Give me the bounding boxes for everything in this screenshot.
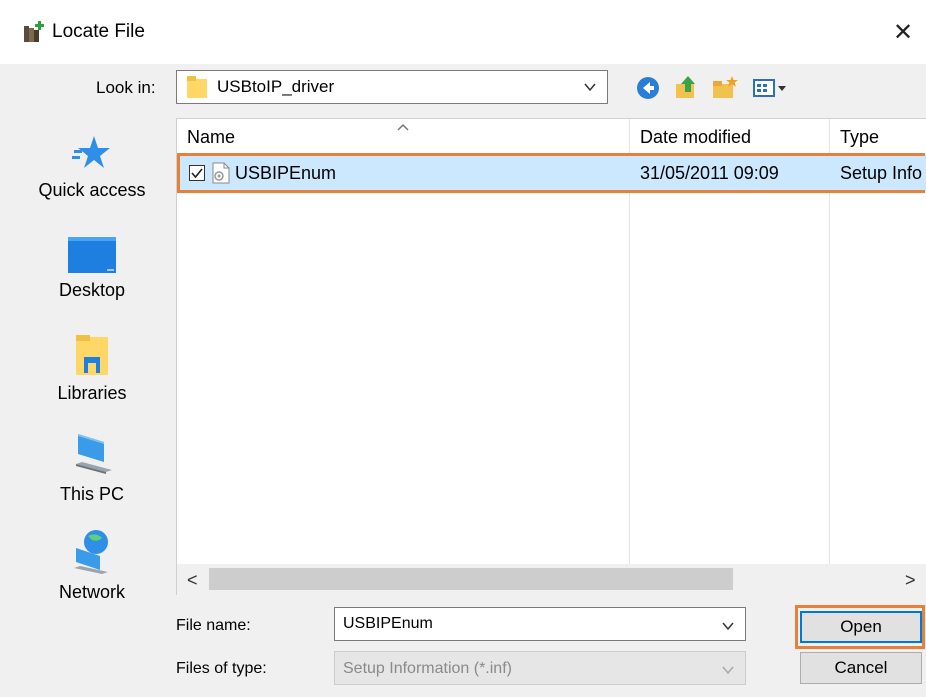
scroll-right-icon[interactable]: > bbox=[905, 570, 916, 591]
sidebar-item-network[interactable]: Network bbox=[22, 528, 162, 603]
back-icon[interactable] bbox=[634, 74, 662, 102]
chevron-down-icon bbox=[583, 80, 597, 94]
look-in-label: Look in: bbox=[96, 78, 156, 97]
cancel-button[interactable]: Cancel bbox=[800, 652, 922, 684]
close-icon: ✕ bbox=[892, 18, 914, 46]
network-icon bbox=[74, 530, 108, 574]
chevron-down-icon[interactable] bbox=[721, 619, 735, 633]
locate-file-app-icon bbox=[22, 20, 46, 44]
quick-access-star-icon bbox=[72, 136, 110, 168]
column-header-date-modified[interactable]: Date modified bbox=[640, 127, 751, 148]
desktop-icon bbox=[68, 237, 116, 273]
look-in-dropdown[interactable]: USBtoIP_driver bbox=[176, 70, 608, 104]
column-header-type[interactable]: Type bbox=[840, 127, 879, 148]
window-title: Locate File bbox=[52, 21, 145, 42]
file-name-value: USBIPEnum bbox=[343, 615, 433, 632]
file-list[interactable]: Name Date modified Type USBIPEnum 31/05/… bbox=[176, 118, 926, 595]
this-pc-icon bbox=[76, 434, 112, 474]
up-folder-icon[interactable] bbox=[672, 74, 700, 102]
scroll-left-icon[interactable]: < bbox=[187, 570, 198, 591]
sidebar-item-label: Network bbox=[58, 582, 125, 602]
places-sidebar: Quick access Desktop Libraries This PC N… bbox=[22, 118, 162, 613]
view-menu-icon[interactable] bbox=[752, 74, 794, 102]
selection-highlight-outline bbox=[177, 153, 925, 193]
file-name-label: File name: bbox=[176, 617, 251, 634]
look-in-value: USBtoIP_driver bbox=[217, 77, 335, 96]
files-of-type-label: Files of type: bbox=[176, 660, 267, 677]
scrollbar-thumb[interactable] bbox=[209, 568, 733, 590]
open-button[interactable]: Open bbox=[800, 611, 922, 643]
horizontal-scrollbar[interactable]: < > bbox=[177, 564, 926, 595]
sidebar-item-libraries[interactable]: Libraries bbox=[22, 333, 162, 404]
sort-ascending-icon bbox=[396, 119, 410, 131]
files-of-type-value: Setup Information (*.inf) bbox=[343, 660, 512, 677]
sidebar-item-quick-access[interactable]: Quick access bbox=[22, 134, 162, 201]
new-folder-icon[interactable] bbox=[710, 74, 738, 102]
sidebar-item-label: Desktop bbox=[58, 280, 126, 300]
sidebar-item-desktop[interactable]: Desktop bbox=[22, 236, 162, 301]
file-name-combobox[interactable]: USBIPEnum bbox=[334, 607, 746, 641]
chevron-down-icon bbox=[721, 663, 735, 677]
files-of-type-select[interactable]: Setup Information (*.inf) bbox=[334, 651, 746, 685]
sidebar-item-label: Quick access bbox=[38, 180, 146, 200]
sidebar-item-label: This PC bbox=[59, 484, 124, 504]
folder-icon bbox=[187, 76, 207, 98]
title-bar: Locate File ✕ bbox=[0, 0, 926, 64]
sidebar-item-this-pc[interactable]: This PC bbox=[22, 432, 162, 505]
sidebar-item-label: Libraries bbox=[57, 383, 127, 403]
libraries-icon bbox=[76, 335, 108, 375]
close-button[interactable]: ✕ bbox=[880, 10, 926, 54]
column-header-name[interactable]: Name bbox=[187, 127, 235, 148]
